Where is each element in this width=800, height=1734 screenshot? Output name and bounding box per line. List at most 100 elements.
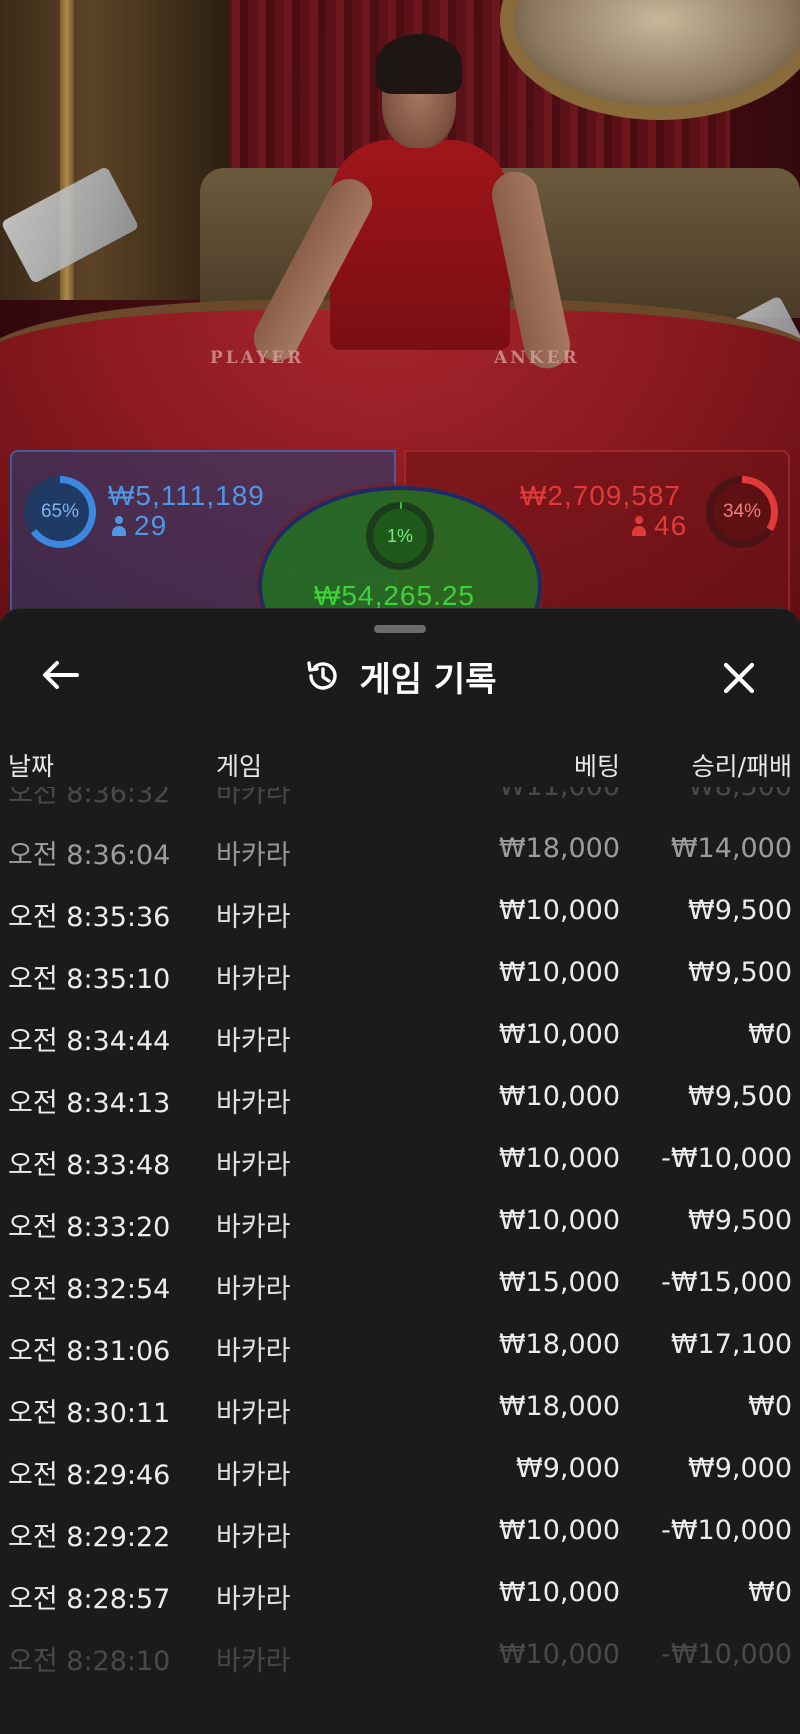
close-button[interactable] xyxy=(712,651,766,705)
row-bet: ₩10,000 xyxy=(498,1515,620,1546)
row-result: ₩9,500 xyxy=(688,1081,792,1112)
row-bet: ₩18,000 xyxy=(498,833,620,864)
row-bet: ₩10,000 xyxy=(498,1577,620,1608)
history-row[interactable]: 오전 8:34:44 바카라 ₩10,000 ₩0 xyxy=(0,1005,800,1067)
row-date: 오전 8:30:11 xyxy=(8,1398,171,1429)
row-date: 오전 8:36:32 xyxy=(8,787,171,809)
sheet-title: 게임 기록 xyxy=(359,659,497,700)
row-date: 오전 8:32:54 xyxy=(8,1274,171,1305)
game-history-sheet: 게임 기록 날짜 게임 베팅 승리/패배 오전 8:36:32 바카라 ₩11,00… xyxy=(0,608,800,1734)
row-result: ₩0 xyxy=(748,1391,792,1422)
row-date: 오전 8:28:10 xyxy=(8,1646,171,1677)
row-game: 바카라 xyxy=(216,1460,291,1491)
column-header-game: 게임 xyxy=(216,752,263,781)
row-bet: ₩9,000 xyxy=(516,1453,620,1484)
row-date: 오전 8:34:44 xyxy=(8,1026,171,1057)
row-game: 바카라 xyxy=(216,1088,291,1119)
banker-percent-ring: 34% xyxy=(706,476,778,548)
person-icon xyxy=(632,516,646,536)
row-game: 바카라 xyxy=(216,1274,291,1305)
row-bet: ₩10,000 xyxy=(498,1639,620,1670)
row-game: 바카라 xyxy=(216,1584,291,1615)
history-row[interactable]: 오전 8:35:36 바카라 ₩10,000 ₩9,500 xyxy=(0,881,800,943)
row-result: ₩9,500 xyxy=(688,957,792,988)
row-bet: ₩11,000 xyxy=(499,787,620,802)
dealer xyxy=(245,34,575,373)
column-header-result: 승리/패배 xyxy=(691,752,792,781)
history-icon xyxy=(306,661,337,690)
history-row[interactable]: 오전 8:36:04 바카라 ₩18,000 ₩14,000 xyxy=(0,819,800,881)
history-row[interactable]: 오전 8:29:22 바카라 ₩10,000 -₩10,000 xyxy=(0,1501,800,1563)
row-bet: ₩10,000 xyxy=(498,1081,620,1112)
row-date: 오전 8:29:46 xyxy=(8,1460,171,1491)
row-game: 바카라 xyxy=(216,840,291,871)
column-header-date: 날짜 xyxy=(8,752,55,781)
row-bet: ₩10,000 xyxy=(498,1143,620,1174)
row-bet: ₩15,000 xyxy=(498,1267,620,1298)
row-date: 오전 8:35:36 xyxy=(8,902,171,933)
row-result: -₩15,000 xyxy=(661,1267,792,1298)
row-result: -₩10,000 xyxy=(661,1515,792,1546)
history-row[interactable]: 오전 8:32:54 바카라 ₩15,000 -₩15,000 xyxy=(0,1253,800,1315)
row-bet: ₩18,000 xyxy=(498,1391,620,1422)
history-row[interactable]: 오전 8:28:57 바카라 ₩10,000 ₩0 xyxy=(0,1563,800,1625)
banker-percent: 34% xyxy=(713,483,771,541)
row-date: 오전 8:31:06 xyxy=(8,1336,171,1367)
row-result: ₩17,100 xyxy=(670,1329,792,1360)
row-game: 바카라 xyxy=(216,1150,291,1181)
history-row[interactable]: 오전 8:35:10 바카라 ₩10,000 ₩9,500 xyxy=(0,943,800,1005)
row-game: 바카라 xyxy=(216,902,291,933)
row-game: 바카라 xyxy=(216,1646,291,1677)
history-row[interactable]: 오전 8:31:06 바카라 ₩18,000 ₩17,100 xyxy=(0,1315,800,1377)
row-bet: ₩18,000 xyxy=(498,1329,620,1360)
row-result: ₩14,000 xyxy=(670,833,792,864)
table-label-banker: ANKER xyxy=(494,348,580,368)
person-icon xyxy=(112,516,126,536)
history-row[interactable]: 오전 8:33:48 바카라 ₩10,000 -₩10,000 xyxy=(0,1129,800,1191)
row-date: 오전 8:28:57 xyxy=(8,1584,171,1615)
row-result: ₩9,500 xyxy=(688,1205,792,1236)
banker-bettor-count: 46 xyxy=(632,510,687,542)
history-table-body[interactable]: 오전 8:36:32 바카라 ₩11,000 ₩8,500 오전 8:36:04 바카라 ₩… xyxy=(0,787,800,1707)
history-row[interactable]: 오전 8:29:46 바카라 ₩9,000 ₩9,000 xyxy=(0,1439,800,1501)
player-percent: 65% xyxy=(31,483,89,541)
table-label-player: PLAYER xyxy=(210,348,305,368)
player-count-value: 29 xyxy=(134,510,168,541)
row-game: 바카라 xyxy=(216,1026,291,1057)
row-bet: ₩10,000 xyxy=(498,1205,620,1236)
row-bet: ₩10,000 xyxy=(498,1019,620,1050)
history-row[interactable]: 오전 8:36:32 바카라 ₩11,000 ₩8,500 xyxy=(0,787,800,819)
row-bet: ₩10,000 xyxy=(498,895,620,926)
row-date: 오전 8:33:48 xyxy=(8,1150,171,1181)
app-screen: PLAYER ANKER 65% 34% 1% ₩5,111,189 29 ₩2… xyxy=(0,0,800,1734)
tie-percent-ring: 1% xyxy=(366,502,434,570)
history-row[interactable]: 오전 8:33:20 바카라 ₩10,000 ₩9,500 xyxy=(0,1191,800,1253)
player-bettor-count: 29 xyxy=(112,510,167,542)
row-date: 오전 8:36:04 xyxy=(8,840,171,871)
player-percent-ring: 65% xyxy=(24,476,96,548)
row-result: ₩8,500 xyxy=(688,787,792,802)
close-icon xyxy=(723,662,755,694)
row-game: 바카라 xyxy=(216,1336,291,1367)
sheet-drag-handle[interactable] xyxy=(374,625,426,633)
row-bet: ₩10,000 xyxy=(498,957,620,988)
row-result: -₩10,000 xyxy=(661,1639,792,1670)
row-game: 바카라 xyxy=(216,1212,291,1243)
row-game: 바카라 xyxy=(216,964,291,995)
row-result: ₩9,500 xyxy=(688,895,792,926)
history-row[interactable]: 오전 8:34:13 바카라 ₩10,000 ₩9,500 xyxy=(0,1067,800,1129)
banker-bet-amount: ₩2,709,587 xyxy=(520,480,681,511)
history-row[interactable]: 오전 8:28:10 바카라 ₩10,000 -₩10,000 xyxy=(0,1625,800,1687)
row-date: 오전 8:35:10 xyxy=(8,964,171,995)
tie-percent: 1% xyxy=(373,509,427,563)
row-result: -₩10,000 xyxy=(661,1143,792,1174)
history-table-header: 날짜 게임 베팅 승리/패배 xyxy=(0,747,800,787)
sheet-header: 게임 기록 xyxy=(0,649,800,703)
row-result: ₩0 xyxy=(748,1577,792,1608)
row-game: 바카라 xyxy=(216,1522,291,1553)
row-date: 오전 8:33:20 xyxy=(8,1212,171,1243)
row-result: ₩0 xyxy=(748,1019,792,1050)
history-row[interactable]: 오전 8:30:11 바카라 ₩18,000 ₩0 xyxy=(0,1377,800,1439)
row-date: 오전 8:29:22 xyxy=(8,1522,171,1553)
player-bet-amount: ₩5,111,189 xyxy=(108,480,265,511)
